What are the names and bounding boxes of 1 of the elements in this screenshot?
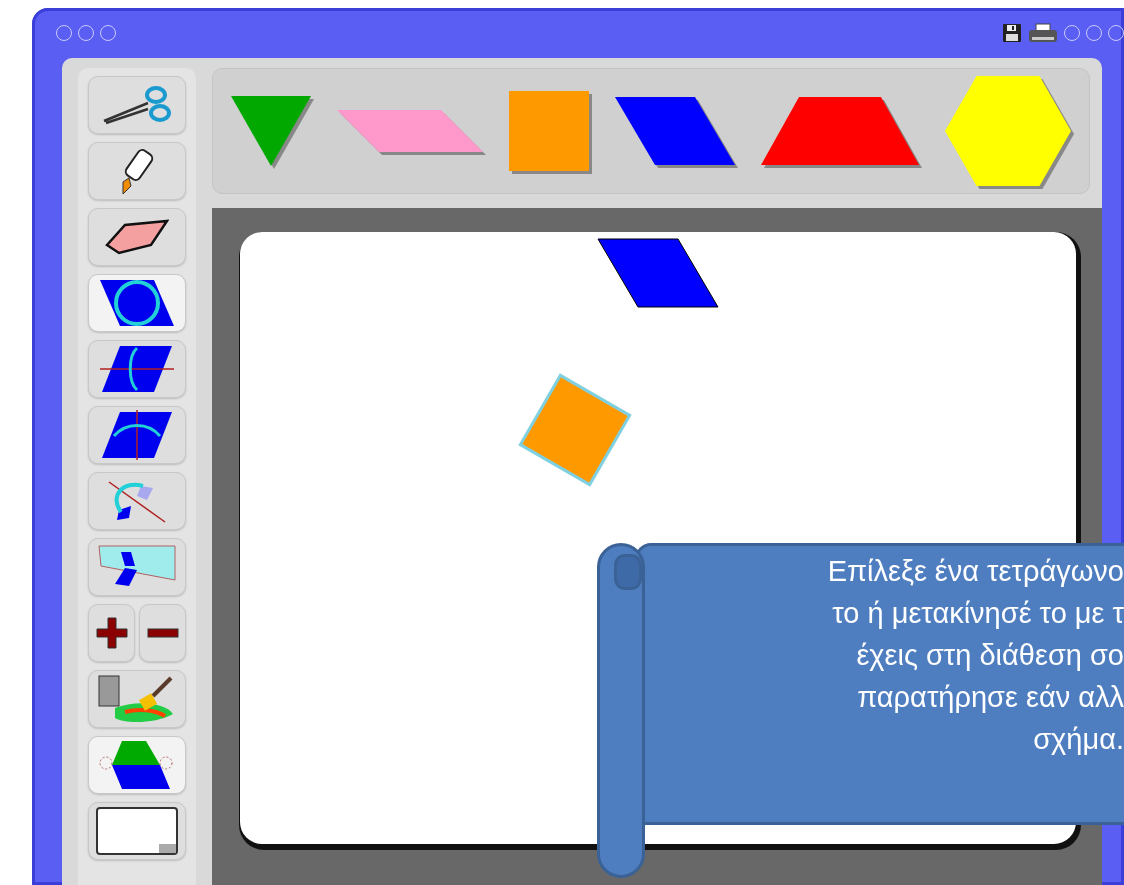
instruction-text: Επίλεξε ένα τετράγωνο το ή μετακίνησέ το με τ έχεις στη διάθεση σο παρατήρησε εάν αλλ σχήμα. <box>826 554 1124 757</box>
